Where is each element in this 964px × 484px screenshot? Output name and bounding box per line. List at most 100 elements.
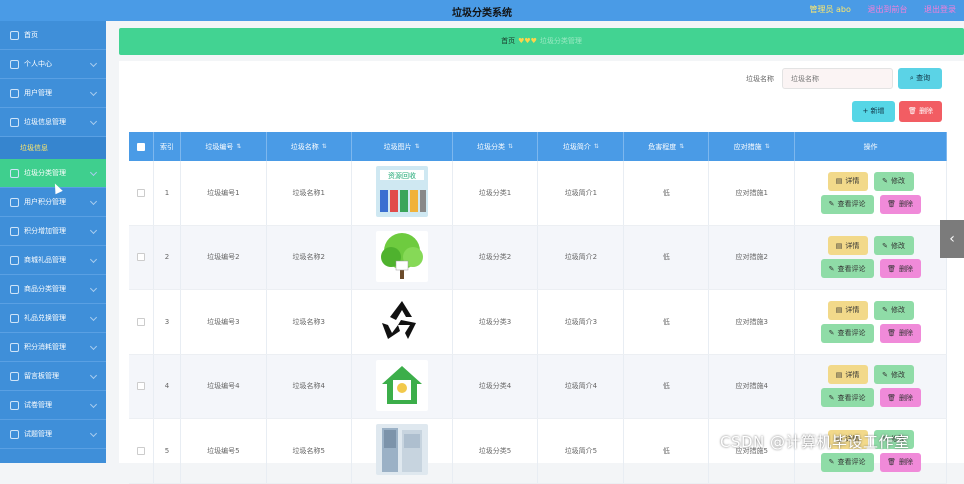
chevron-down-icon: [89, 226, 98, 235]
sidebar-item-label: 留言板管理: [24, 372, 59, 380]
detail-button[interactable]: ▤ 详情: [827, 365, 868, 385]
sidebar-item-7[interactable]: 积分增加管理: [0, 217, 106, 246]
delete-button[interactable]: 🗑 删除: [879, 194, 921, 214]
edit-button[interactable]: ✎ 修改: [873, 171, 914, 191]
sidebar-item-11[interactable]: 积分消耗管理: [0, 333, 106, 362]
table-cell: 垃圾简介2: [538, 225, 625, 289]
sort-icon[interactable]: ⇅: [765, 143, 770, 150]
sort-icon[interactable]: ⇅: [415, 143, 420, 150]
sidebar-item-label: 垃圾分类管理: [24, 169, 66, 177]
table-cell: 垃圾名称5: [267, 419, 352, 483]
row-checkbox[interactable]: [136, 382, 145, 391]
logout-link[interactable]: 退出登录: [924, 5, 956, 14]
sidebar-item-12[interactable]: 留言板管理: [0, 362, 106, 391]
breadcrumb-current: 垃圾分类管理: [539, 37, 582, 45]
sort-icon[interactable]: ⇅: [679, 143, 684, 150]
edit-button[interactable]: ✎ 修改: [873, 365, 914, 385]
table-cell: [352, 419, 453, 483]
sidebar-item-13[interactable]: 试卷管理: [0, 391, 106, 420]
cell-harm: 低: [662, 317, 670, 326]
breadcrumb-home[interactable]: 首页: [501, 37, 515, 45]
sort-icon[interactable]: ⇅: [594, 143, 599, 150]
delete-icon: 🗑: [887, 264, 896, 273]
select-all-checkbox[interactable]: [136, 142, 145, 151]
comment-button[interactable]: ✎ 查看评论: [820, 323, 874, 343]
delete-button[interactable]: 🗑 删除: [879, 323, 921, 343]
table-cell: 应对措施1: [709, 161, 796, 225]
row-select-cell[interactable]: [129, 419, 154, 483]
delete-button[interactable]: 🗑 删除: [879, 388, 921, 408]
table-cell: 低: [624, 161, 710, 225]
edit-button[interactable]: ✎ 修改: [873, 300, 914, 320]
collapse-tab-chevron-left-icon[interactable]: ‹: [940, 220, 964, 258]
table-cell: [352, 290, 453, 354]
cell-intro: 垃圾简介2: [564, 253, 598, 262]
sidebar-item-label: 垃圾信息: [20, 144, 48, 152]
edit-button-label: 修改: [891, 241, 905, 250]
delete-button[interactable]: 🗑 删除: [879, 452, 921, 472]
column-header[interactable]: 垃圾图片 ⇅: [352, 132, 453, 161]
row-checkbox[interactable]: [136, 317, 145, 326]
paper-icon: [10, 400, 19, 410]
table-cell: 低: [624, 225, 710, 289]
exchange-icon: [10, 313, 19, 323]
header-select-all[interactable]: [129, 132, 154, 161]
column-header[interactable]: 应对措施 ⇅: [709, 132, 796, 161]
batch-delete-button[interactable]: 🗑 删除: [899, 101, 942, 122]
search-input[interactable]: [782, 68, 893, 89]
sidebar-item-8[interactable]: 商城礼品管理: [0, 246, 106, 275]
table-row: 4 垃圾编号4 垃圾名称4 垃圾分类4 垃圾简介4 低应对措施4 ▤ 详情 ✎ 修改 ✎ 查看评论 🗑 删…: [129, 354, 947, 419]
cell-index: 1: [164, 188, 170, 197]
row-checkbox[interactable]: [136, 253, 145, 262]
column-header[interactable]: 垃圾简介 ⇅: [538, 132, 625, 161]
delete-icon: 🗑: [887, 458, 896, 467]
sort-icon[interactable]: ⇅: [508, 143, 513, 150]
delete-button[interactable]: 🗑 删除: [879, 259, 921, 279]
search-button[interactable]: ⌕ 查询: [898, 68, 942, 89]
row-select-cell[interactable]: [129, 354, 154, 418]
sort-icon[interactable]: ⇅: [322, 143, 327, 150]
add-button[interactable]: + 新增: [852, 101, 895, 122]
chevron-down-icon: [89, 342, 98, 351]
column-header[interactable]: 垃圾编号 ⇅: [181, 132, 267, 161]
cell-intro: 垃圾简介4: [564, 382, 598, 391]
edit-button[interactable]: ✎ 修改: [873, 236, 914, 256]
row-checkbox[interactable]: [136, 188, 145, 197]
column-header-label: 索引: [159, 142, 174, 151]
comment-button[interactable]: ✎ 查看评论: [820, 194, 874, 214]
sidebar-item-3[interactable]: 垃圾信息管理: [0, 108, 106, 137]
row-select-cell[interactable]: [129, 161, 154, 225]
sidebar-item-2[interactable]: 用户管理: [0, 79, 106, 108]
comment-button-label: 查看评论: [837, 264, 866, 273]
column-header[interactable]: 索引: [154, 132, 181, 161]
detail-button[interactable]: ▤ 详情: [827, 171, 868, 191]
back-to-front-link[interactable]: 退出到前台: [867, 5, 907, 14]
column-header[interactable]: 操作: [795, 132, 947, 161]
comment-icon: ✎: [828, 458, 835, 467]
cell-category: 垃圾分类3: [478, 317, 512, 326]
comment-button[interactable]: ✎ 查看评论: [820, 388, 874, 408]
row-select-cell[interactable]: [129, 290, 154, 354]
cell-measure: 应对措施3: [735, 317, 768, 326]
cell-measure: 应对措施1: [735, 188, 768, 197]
comment-button[interactable]: ✎ 查看评论: [820, 452, 874, 472]
chevron-down-icon: [89, 117, 98, 126]
sidebar-item-10[interactable]: 礼品兑换管理: [0, 304, 106, 333]
comment-button[interactable]: ✎ 查看评论: [820, 259, 874, 279]
table-cell: 应对措施2: [709, 225, 796, 289]
delete-button-label: 删除: [899, 264, 913, 273]
column-header[interactable]: 垃圾分类 ⇅: [453, 132, 539, 161]
sidebar-item-14[interactable]: 试题管理: [0, 420, 106, 449]
row-select-cell[interactable]: [129, 225, 154, 289]
sort-icon[interactable]: ⇅: [236, 143, 241, 150]
column-header[interactable]: 危害程度 ⇅: [624, 132, 710, 161]
detail-button[interactable]: ▤ 详情: [827, 300, 868, 320]
sidebar-item-9[interactable]: 商品分类管理: [0, 275, 106, 304]
row-checkbox[interactable]: [136, 446, 145, 455]
detail-button[interactable]: ▤ 详情: [827, 236, 868, 256]
sidebar-item-1[interactable]: 个人中心: [0, 50, 106, 79]
sidebar-item-6[interactable]: 用户积分管理: [0, 188, 106, 217]
sidebar-item-0[interactable]: 首页: [0, 21, 106, 50]
column-header[interactable]: 垃圾名称 ⇅: [267, 132, 352, 161]
sidebar-item-4[interactable]: 垃圾信息: [0, 137, 106, 159]
